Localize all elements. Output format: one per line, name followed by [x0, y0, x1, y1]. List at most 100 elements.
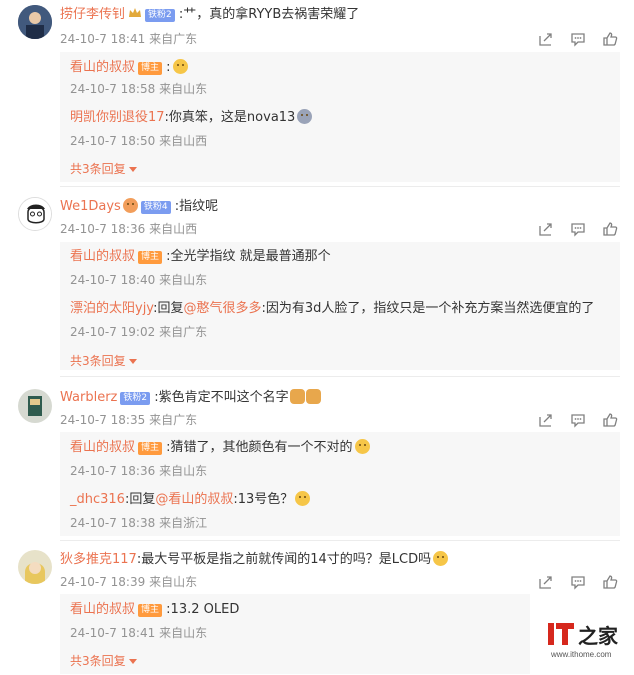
reply-meta: 24-10-7 18:38 来自浙江	[70, 514, 207, 532]
reply-prefix: :回复	[124, 492, 156, 507]
comment-text: :紫色肯定不叫这个名字	[154, 390, 289, 405]
emoji-icon	[297, 109, 313, 124]
more-replies-link[interactable]: 共3条回复	[70, 652, 137, 670]
owner-badge: 博主	[138, 251, 163, 264]
timestamp: 24-10-7 18:35	[60, 413, 146, 427]
mention-link[interactable]: @憨气很多多	[183, 301, 261, 316]
reply-text: :13号色？	[233, 492, 294, 507]
location: 来自山东	[159, 464, 208, 478]
avatar[interactable]	[18, 5, 52, 39]
share-icon[interactable]	[538, 31, 554, 47]
reply-text: :因为有3d人脸了，指纹只是一个补充方案当然选便宜的了	[261, 301, 595, 316]
reply-text: :猜错了，其他颜色有一个不对的	[166, 440, 353, 455]
reply: 看山的叔叔 博主 :全光学指纹 就是最普通那个	[70, 248, 331, 266]
comment-header: Warblerz 铁粉2 :紫色肯定不叫这个名字	[60, 389, 321, 407]
comment-icon[interactable]	[570, 412, 586, 428]
chevron-down-icon	[128, 659, 137, 664]
reply-text: :13.2 OLED	[166, 602, 240, 617]
avatar[interactable]	[18, 389, 52, 423]
reply-text: :全光学指纹 就是最普通那个	[166, 249, 331, 264]
comment-icon[interactable]	[570, 574, 586, 590]
svg-text:之家: 之家	[578, 624, 619, 648]
reply-block: 看山的叔叔 博主 :13.2 OLED 24-10-7 18:41 来自山东 共3…	[60, 594, 530, 674]
owner-badge: 博主	[138, 604, 163, 617]
fan-badge: 铁粉2	[145, 9, 175, 22]
timestamp: 24-10-7 18:41	[60, 32, 146, 46]
comment-header: 捞仔李传钊 铁粉2 :艹，真的拿RYYB去祸害荣耀了	[60, 6, 359, 24]
reply-block: 看山的叔叔 博主 : 24-10-7 18:58 来自山东 明凯你别退役17:你真…	[60, 52, 620, 182]
reply: 明凯你别退役17:你真笨，这是nova13	[70, 109, 313, 127]
share-icon[interactable]	[538, 221, 554, 237]
username[interactable]: 明凯你别退役17	[70, 110, 165, 125]
username[interactable]: We1Days	[60, 199, 121, 214]
location: 来自山东	[159, 626, 208, 640]
reply-text: :你真笨，这是nova13	[164, 110, 296, 125]
reply-meta: 24-10-7 18:50 来自山西	[70, 132, 207, 150]
username[interactable]: 漂泊的太阳yjy	[70, 301, 153, 316]
username[interactable]: 捞仔李传钊	[60, 7, 125, 22]
reply: 看山的叔叔 博主 :	[70, 59, 188, 77]
like-icon[interactable]	[602, 221, 618, 237]
emoji-icon	[172, 59, 188, 74]
share-icon[interactable]	[538, 412, 554, 428]
mention-link[interactable]: @看山的叔叔	[155, 492, 233, 507]
fan-badge: 铁粉2	[120, 392, 151, 405]
comment-icon[interactable]	[570, 221, 586, 237]
comment-icon[interactable]	[570, 31, 586, 47]
like-icon[interactable]	[602, 574, 618, 590]
reply-block: 看山的叔叔 博主 :猜错了，其他颜色有一个不对的 24-10-7 18:36 来自…	[60, 432, 620, 536]
username[interactable]: 看山的叔叔	[70, 249, 135, 264]
timestamp: 24-10-7 18:58	[70, 82, 156, 96]
username[interactable]: 看山的叔叔	[70, 440, 135, 455]
emoji-icon	[433, 551, 449, 566]
more-replies-link[interactable]: 共3条回复	[70, 160, 137, 178]
reply: 漂泊的太阳yjy:回复@憨气很多多:因为有3d人脸了，指纹只是一个补充方案当然选…	[70, 300, 594, 318]
comment-header: 狄多推克117:最大号平板是指之前就传闻的14寸的吗？是LCD吗	[60, 551, 449, 569]
location: 来自广东	[149, 32, 198, 46]
reply-meta: 24-10-7 18:41 来自山东	[70, 624, 207, 642]
location: 来自山西	[159, 134, 208, 148]
share-icon[interactable]	[538, 574, 554, 590]
timestamp: 24-10-7 18:38	[70, 516, 156, 530]
owner-badge: 博主	[138, 442, 163, 455]
location: 来自山东	[149, 575, 198, 589]
username[interactable]: 看山的叔叔	[70, 602, 135, 617]
reply-prefix: :回复	[153, 301, 184, 316]
avatar[interactable]	[18, 197, 52, 231]
fan-badge: 铁粉4	[140, 201, 171, 214]
reply-text: :	[166, 60, 171, 75]
username[interactable]: Warblerz	[60, 390, 117, 405]
username[interactable]: _dhc316	[70, 492, 125, 507]
timestamp: 24-10-7 18:39	[60, 575, 146, 589]
reply-block: 看山的叔叔 博主 :全光学指纹 就是最普通那个 24-10-7 18:40 来自山…	[60, 242, 620, 370]
divider	[60, 376, 620, 377]
chevron-down-icon	[128, 359, 137, 364]
comment-text: :艹，真的拿RYYB去祸害荣耀了	[178, 7, 360, 22]
comment-text: :最大号平板是指之前就传闻的14寸的吗？是LCD吗	[136, 552, 432, 567]
comment-meta: 24-10-7 18:41 来自广东	[60, 30, 197, 48]
reply-meta: 24-10-7 18:40 来自山东	[70, 271, 207, 289]
comment-meta: 24-10-7 18:35 来自广东	[60, 411, 197, 429]
username[interactable]: 看山的叔叔	[70, 60, 135, 75]
more-replies-label: 共3条回复	[70, 162, 126, 176]
reply: 看山的叔叔 博主 :13.2 OLED	[70, 601, 239, 619]
reply: _dhc316:回复@看山的叔叔:13号色？	[70, 491, 311, 509]
avatar[interactable]	[18, 550, 52, 584]
username[interactable]: 狄多推克117	[60, 552, 137, 567]
ithome-logo: 之家	[548, 623, 619, 648]
more-replies-label: 共3条回复	[70, 654, 126, 668]
divider	[60, 186, 620, 187]
owner-badge: 博主	[138, 62, 163, 75]
emoji-icon	[295, 491, 311, 506]
cat-emoji-icon	[289, 389, 305, 404]
timestamp: 24-10-7 18:41	[70, 626, 156, 640]
like-icon[interactable]	[602, 412, 618, 428]
timestamp: 24-10-7 18:36	[70, 464, 156, 478]
watermark-url: www.ithome.com	[551, 650, 612, 659]
location: 来自山西	[149, 222, 198, 236]
more-replies-link[interactable]: 共3条回复	[70, 352, 137, 370]
comment-meta: 24-10-7 18:39 来自山东	[60, 573, 197, 591]
like-icon[interactable]	[602, 31, 618, 47]
timestamp: 24-10-7 18:36	[60, 222, 146, 236]
reply-meta: 24-10-7 19:02 来自广东	[70, 323, 207, 341]
